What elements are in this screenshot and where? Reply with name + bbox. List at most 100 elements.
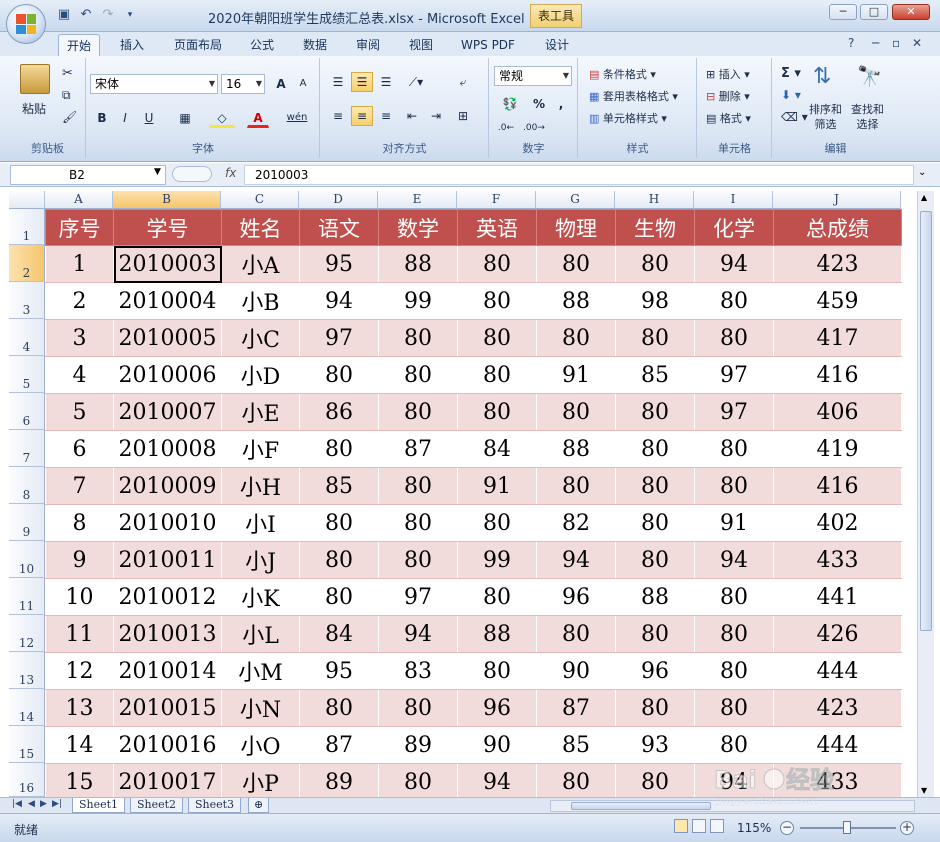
table-cell[interactable]: 87 [378, 430, 458, 468]
table-cell[interactable]: 80 [457, 282, 537, 320]
table-cell[interactable]: 3 [45, 319, 114, 357]
table-cell[interactable]: 80 [536, 319, 616, 357]
table-cell[interactable]: 99 [378, 282, 458, 320]
decrease-decimal-icon[interactable]: .00→ [522, 118, 546, 138]
table-cell[interactable]: 82 [536, 504, 616, 542]
row-header[interactable]: 1 [9, 209, 45, 245]
table-cell[interactable]: 80 [615, 615, 695, 653]
tab-formulas[interactable]: 公式 [242, 34, 282, 56]
last-sheet-icon[interactable]: ▶| [52, 799, 62, 809]
row-header[interactable]: 4 [9, 319, 45, 356]
header-cell[interactable]: 英语 [457, 209, 537, 246]
vertical-scroll-thumb[interactable] [920, 211, 932, 631]
table-cell[interactable]: 88 [378, 245, 458, 283]
scroll-up-icon[interactable]: ▲ [921, 193, 927, 202]
normal-view-icon[interactable] [674, 819, 688, 833]
zoom-out-icon[interactable]: − [780, 821, 794, 835]
table-cell[interactable]: 426 [773, 615, 902, 653]
row-header[interactable]: 10 [9, 541, 45, 578]
table-cell[interactable]: 80 [536, 763, 616, 797]
align-right-icon[interactable]: ≡ [375, 106, 397, 126]
minimize-button[interactable]: ─ [829, 4, 857, 20]
zoom-in-icon[interactable]: + [900, 821, 914, 835]
table-cell[interactable]: 80 [378, 467, 458, 505]
save-icon[interactable]: ▣ [55, 7, 73, 23]
qat-customize-icon[interactable]: ▾ [121, 7, 139, 23]
header-cell[interactable]: 化学 [694, 209, 774, 246]
table-cell[interactable]: 416 [773, 356, 902, 394]
table-cell[interactable]: 80 [378, 541, 458, 579]
table-cell[interactable]: 97 [378, 578, 458, 616]
phonetic-guide-button[interactable]: wén [283, 108, 311, 128]
align-top-icon[interactable]: ☰ [327, 72, 349, 92]
table-cell[interactable]: 87 [536, 689, 616, 727]
column-header-i[interactable]: I [694, 191, 773, 209]
table-cell[interactable]: 416 [773, 467, 902, 505]
table-cell[interactable]: 80 [536, 245, 616, 283]
header-cell[interactable]: 姓名 [221, 209, 300, 246]
header-cell[interactable]: 序号 [45, 209, 114, 246]
italic-button[interactable]: I [115, 108, 135, 128]
table-cell[interactable]: 97 [299, 319, 379, 357]
header-cell[interactable]: 生物 [615, 209, 695, 246]
table-cell[interactable]: 小M [221, 652, 300, 690]
table-cell[interactable]: 94 [378, 615, 458, 653]
table-cell[interactable]: 小A [221, 245, 300, 283]
row-header[interactable]: 11 [9, 578, 45, 615]
table-cell[interactable]: 94 [299, 282, 379, 320]
table-cell[interactable]: 小J [221, 541, 300, 579]
ribbon-restore-icon[interactable]: ▫ [892, 36, 900, 50]
table-cell[interactable]: 2010010 [113, 504, 222, 542]
table-cell[interactable]: 80 [299, 356, 379, 394]
align-left-icon[interactable]: ≡ [327, 106, 349, 126]
format-cells-button[interactable]: ▤ 格式 ▾ [706, 110, 751, 126]
table-cell[interactable]: 91 [536, 356, 616, 394]
table-cell[interactable]: 2010006 [113, 356, 222, 394]
table-cell[interactable]: 2010004 [113, 282, 222, 320]
insert-function-icon[interactable]: fx [225, 166, 236, 180]
table-cell[interactable]: 98 [615, 282, 695, 320]
comma-style-button[interactable]: , [552, 94, 570, 114]
column-header-b[interactable]: B [113, 191, 221, 209]
table-cell[interactable]: 80 [694, 689, 774, 727]
table-cell[interactable]: 84 [299, 615, 379, 653]
table-cell[interactable]: 80 [615, 504, 695, 542]
column-header-d[interactable]: D [299, 191, 378, 209]
table-cell[interactable]: 2010014 [113, 652, 222, 690]
table-cell[interactable]: 5 [45, 393, 114, 431]
row-header[interactable]: 3 [9, 282, 45, 319]
table-cell[interactable]: 96 [536, 578, 616, 616]
table-cell[interactable]: 80 [299, 541, 379, 579]
shrink-font-button[interactable]: A [293, 74, 313, 94]
align-center-icon[interactable]: ≡ [351, 106, 373, 126]
table-cell[interactable]: 402 [773, 504, 902, 542]
ribbon-minimize-icon[interactable]: ─ [872, 36, 879, 50]
cell-styles-button[interactable]: ▥ 单元格样式 ▾ [589, 110, 667, 126]
sheet-tab-sheet2[interactable]: Sheet2 [130, 798, 184, 813]
table-cell[interactable]: 80 [694, 282, 774, 320]
table-cell[interactable]: 80 [694, 578, 774, 616]
table-cell[interactable]: 小H [221, 467, 300, 505]
tab-wps-pdf[interactable]: WPS PDF [452, 34, 524, 56]
table-cell[interactable]: 14 [45, 726, 114, 764]
percent-style-button[interactable]: % [530, 94, 548, 114]
table-cell[interactable]: 88 [536, 430, 616, 468]
table-cell[interactable]: 15 [45, 763, 114, 797]
column-header-g[interactable]: G [536, 191, 615, 209]
table-cell[interactable]: 2 [45, 282, 114, 320]
autosum-icon[interactable]: Σ ▾ [781, 66, 801, 81]
format-painter-icon[interactable]: 🖌 [62, 110, 77, 124]
formula-bar-resize-handle[interactable] [172, 166, 212, 182]
tab-review[interactable]: 审阅 [346, 34, 390, 56]
table-cell[interactable]: 7 [45, 467, 114, 505]
table-cell[interactable]: 91 [457, 467, 537, 505]
table-cell[interactable]: 小D [221, 356, 300, 394]
table-cell[interactable]: 95 [299, 245, 379, 283]
column-header-f[interactable]: F [457, 191, 536, 209]
column-header-a[interactable]: A [45, 191, 113, 209]
table-cell[interactable]: 80 [694, 319, 774, 357]
column-header-c[interactable]: C [221, 191, 299, 209]
table-cell[interactable]: 444 [773, 726, 902, 764]
table-cell[interactable]: 2010012 [113, 578, 222, 616]
zoom-slider-thumb[interactable] [843, 821, 851, 834]
